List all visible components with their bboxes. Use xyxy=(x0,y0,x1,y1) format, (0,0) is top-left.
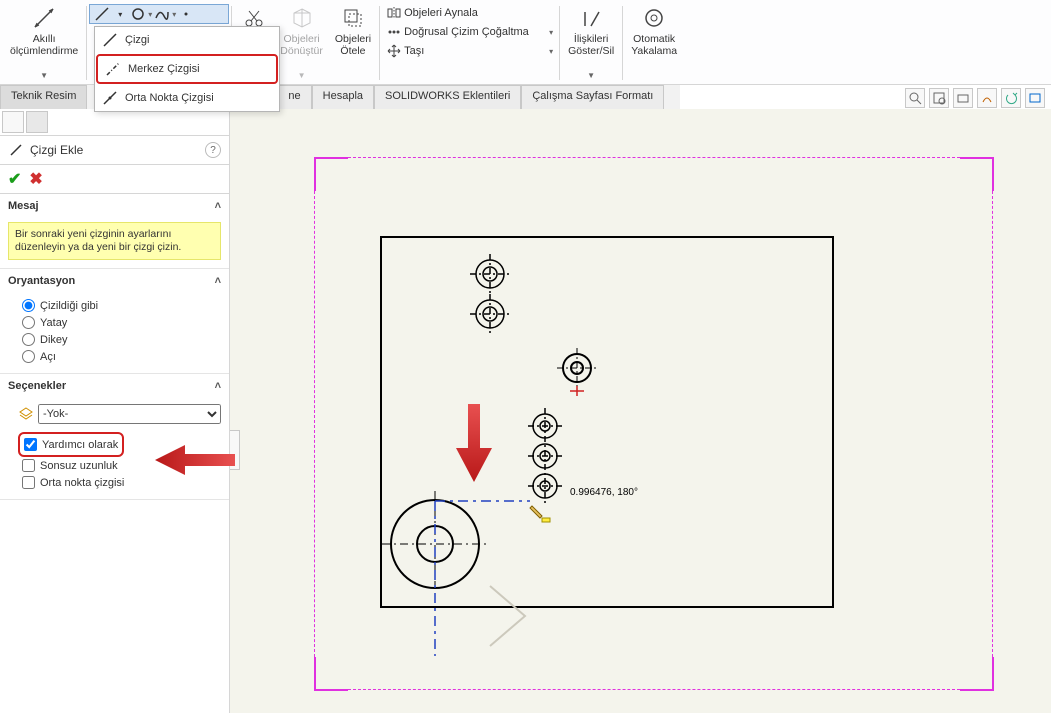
chevron-up-icon: ˄ xyxy=(215,380,221,392)
offset-icon xyxy=(339,4,367,32)
chevron-down-icon[interactable]: ▼ xyxy=(40,71,48,80)
section-title: Oryantasyon xyxy=(8,275,75,287)
pattern-label: Doğrusal Çizim Çoğaltma xyxy=(404,26,529,38)
dropdown-label: Çizgi xyxy=(125,34,149,46)
mirror-label: Objeleri Aynala xyxy=(404,7,478,19)
offset-label: Objeleri Ötele xyxy=(335,34,371,57)
move-icon xyxy=(386,43,402,59)
property-manager: Çizgi Ekle ? ✔ ✖ Mesaj ˄ Bir sonraki yen… xyxy=(0,109,230,713)
dropdown-label: Orta Nokta Çizgisi xyxy=(125,92,214,104)
offset-entities-button[interactable]: Objeleri Ötele xyxy=(329,2,377,84)
show-relations-button[interactable]: İlişkileri Göster/Sil ▼ xyxy=(562,2,620,84)
layer-select[interactable]: -Yok- xyxy=(38,404,221,424)
move-label: Taşı xyxy=(404,45,424,57)
panel-tabs xyxy=(0,109,229,136)
relations-icon xyxy=(577,4,605,32)
feature-tree-tab[interactable] xyxy=(2,111,24,133)
point-icon[interactable] xyxy=(178,6,194,22)
message-text: Bir sonraki yeni çizginin ayarlarını düz… xyxy=(8,222,221,260)
tab-addins[interactable]: SOLIDWORKS Eklentileri xyxy=(374,85,521,109)
line-icon xyxy=(101,31,119,49)
chevron-down-icon[interactable]: ▾ xyxy=(112,6,128,22)
tab-sheet-format[interactable]: Çalışma Sayfası Formatı xyxy=(521,85,664,109)
dropdown-item-line[interactable]: Çizgi xyxy=(95,27,279,53)
convert-label: Objeleri Dönüştür xyxy=(280,34,323,57)
chevron-up-icon: ˄ xyxy=(215,200,221,212)
cancel-button[interactable]: ✖ xyxy=(29,169,42,189)
relations-label: İlişkileri Göster/Sil xyxy=(568,34,614,57)
midline-icon xyxy=(101,89,119,107)
circle-icon[interactable] xyxy=(130,6,146,22)
checkbox-midpoint[interactable]: Orta nokta çizgisi xyxy=(8,474,221,491)
tab-ne[interactable]: ne xyxy=(277,85,311,109)
move-button[interactable]: Taşı ▾ xyxy=(382,42,557,60)
dimension-icon xyxy=(30,4,58,32)
ok-button[interactable]: ✔ xyxy=(8,169,21,189)
radio-horizontal[interactable]: Yatay xyxy=(8,314,221,331)
smart-dimension-label: Akıllı ölçümlendirme xyxy=(10,34,78,57)
prev-view-button[interactable] xyxy=(953,88,973,108)
dropdown-item-midline[interactable]: Orta Nokta Çizgisi xyxy=(95,85,279,111)
zoom-fit-button[interactable] xyxy=(905,88,925,108)
main-area: Çizgi Ekle ? ✔ ✖ Mesaj ˄ Bir sonraki yen… xyxy=(0,109,1051,713)
smart-dimension-button[interactable]: Akıllı ölçümlendirme ▼ xyxy=(4,2,84,84)
autosnap-button[interactable]: Otomatik Yakalama xyxy=(625,2,683,84)
property-tab[interactable] xyxy=(26,111,48,133)
section-view-button[interactable] xyxy=(977,88,997,108)
confirm-row: ✔ ✖ xyxy=(0,165,229,194)
dropdown-label: Merkez Çizgisi xyxy=(128,63,200,75)
view-toolbar xyxy=(905,88,1045,108)
convert-entities-button: Objeleri Dönüştür ▼ xyxy=(274,2,329,84)
section-header[interactable]: Oryantasyon ˄ xyxy=(0,269,229,293)
line-type-dropdown: Çizgi Merkez Çizgisi Orta Nokta Çizgisi xyxy=(94,26,280,112)
section-header[interactable]: Mesaj ˄ xyxy=(0,194,229,218)
target-icon xyxy=(640,4,668,32)
section-options: Seçenekler ˄ -Yok- Yardımcı olarak Sonsu… xyxy=(0,374,229,500)
autosnap-label: Otomatik Yakalama xyxy=(631,34,677,57)
line-tool-button[interactable]: ▾ ▾ ▾ xyxy=(89,4,229,24)
section-title: Mesaj xyxy=(8,200,39,212)
zoom-area-button[interactable] xyxy=(929,88,949,108)
mirror-icon xyxy=(386,5,402,21)
radio-angle[interactable]: Açı xyxy=(8,348,221,365)
cursor-dimension: 0.996476, 180° xyxy=(570,487,638,498)
section-message: Mesaj ˄ Bir sonraki yeni çizginin ayarla… xyxy=(0,194,229,269)
radio-vertical[interactable]: Dikey xyxy=(8,331,221,348)
line-icon xyxy=(8,142,24,158)
section-header[interactable]: Seçenekler ˄ xyxy=(0,374,229,398)
centerline-icon xyxy=(104,60,122,78)
section-orientation: Oryantasyon ˄ Çizildiği gibi Yatay Dikey… xyxy=(0,269,229,374)
sheet-border xyxy=(348,157,960,158)
mirror-button[interactable]: Objeleri Aynala xyxy=(382,4,557,22)
radio-as-drawn[interactable]: Çizildiği gibi xyxy=(8,297,221,314)
pattern-icon xyxy=(386,24,402,40)
rotate-view-button[interactable] xyxy=(1001,88,1021,108)
dropdown-item-centerline[interactable]: Merkez Çizgisi xyxy=(96,54,278,84)
chevron-up-icon: ˄ xyxy=(215,275,221,287)
panel-title: Çizgi Ekle xyxy=(30,143,83,157)
construction-checkbox-highlight: Yardımcı olarak xyxy=(18,432,124,457)
chevron-down-icon[interactable]: ▼ xyxy=(587,71,595,80)
cube-icon xyxy=(288,4,316,32)
arrow-icon xyxy=(155,445,235,475)
section-title: Seçenekler xyxy=(8,380,66,392)
arrow-icon xyxy=(456,404,492,484)
layer-icon xyxy=(18,406,34,422)
display-style-button[interactable] xyxy=(1025,88,1045,108)
linear-pattern-button[interactable]: Doğrusal Çizim Çoğaltma ▾ xyxy=(382,23,557,41)
panel-title-row: Çizgi Ekle ? xyxy=(0,136,229,165)
help-icon[interactable]: ? xyxy=(205,142,221,158)
drawing-canvas[interactable]: 0.996476, 180° xyxy=(230,109,1051,713)
tab-evaluate[interactable]: Hesapla xyxy=(312,85,374,109)
line-icon xyxy=(94,6,110,22)
part-geometry xyxy=(380,236,834,656)
tab-drawing[interactable]: Teknik Resim xyxy=(0,85,87,109)
spline-icon[interactable] xyxy=(154,6,170,22)
checkbox-construction[interactable]: Yardımcı olarak xyxy=(24,436,118,453)
